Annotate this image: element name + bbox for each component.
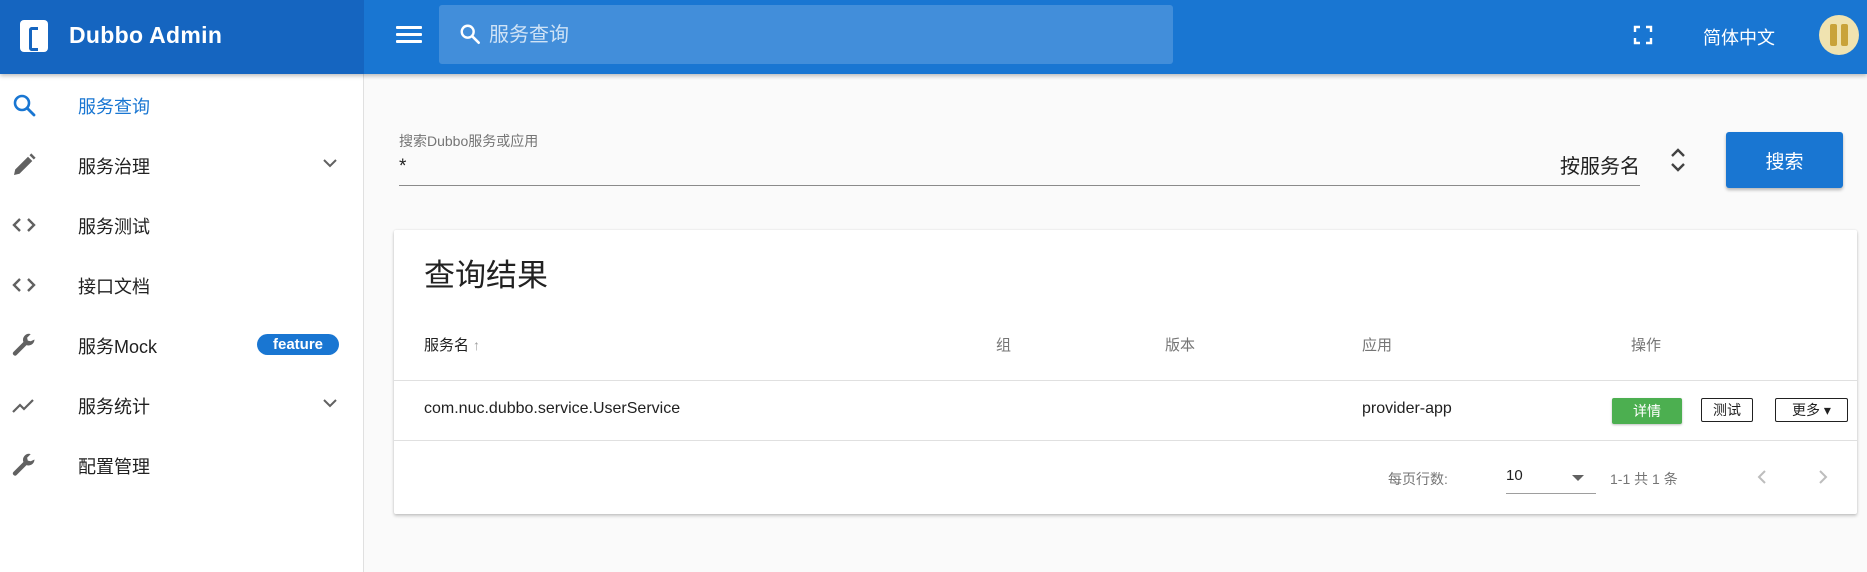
- more-button[interactable]: 更多 ▾: [1775, 398, 1848, 422]
- divider: [394, 440, 1857, 441]
- sidebar-item-label: 服务查询: [78, 97, 150, 117]
- pencil-icon: [14, 153, 36, 175]
- code-icon: [12, 278, 36, 292]
- arrow-up-icon: ↑: [473, 337, 481, 353]
- chevron-down-icon: [323, 399, 337, 408]
- sidebar-item-service-test[interactable]: 服务测试: [0, 194, 363, 254]
- search-mode-select[interactable]: 按服务名: [1520, 150, 1640, 179]
- chevron-left-icon[interactable]: [1752, 467, 1772, 487]
- sidebar-item-api-docs[interactable]: 接口文档: [0, 254, 363, 314]
- trending-up-icon: [12, 399, 34, 413]
- column-header-group: 组: [996, 337, 1012, 354]
- brand-title: Dubbo Admin: [69, 22, 223, 48]
- results-card: 查询结果 服务名 ↑ 组 版本 应用 操作 com.nuc.dubbo.servi…: [394, 230, 1857, 514]
- sidebar-item-label: 配置管理: [78, 457, 150, 477]
- search-field-label: 搜索Dubbo服务或应用: [399, 133, 539, 149]
- test-button[interactable]: 测试: [1701, 398, 1753, 422]
- dubbo-logo-icon: [20, 20, 48, 52]
- sidebar-item-service-governance[interactable]: 服务治理: [0, 134, 363, 194]
- rows-per-page-select[interactable]: 10: [1506, 462, 1596, 494]
- search-icon: [13, 94, 36, 117]
- column-header-version: 版本: [1165, 337, 1196, 354]
- sidebar-item-label: 服务Mock: [78, 337, 158, 357]
- unfold-icon[interactable]: [1668, 145, 1688, 175]
- top-search-bar[interactable]: [439, 5, 1173, 64]
- sidebar-item-label: 接口文档: [78, 277, 150, 297]
- sidebar: 服务查询 服务治理 服务测试 接口文档 服务Mock feature 服务统计 …: [0, 74, 364, 572]
- chevron-right-icon[interactable]: [1813, 467, 1833, 487]
- caret-down-icon: ▾: [1823, 402, 1831, 418]
- page-info: 1-1 共 1 条: [1610, 471, 1678, 487]
- detail-button[interactable]: 详情: [1612, 398, 1682, 424]
- search-field[interactable]: [399, 152, 1640, 186]
- rows-per-page-label: 每页行数:: [1388, 471, 1448, 487]
- divider: [394, 380, 1857, 381]
- feature-badge: feature: [257, 334, 339, 355]
- brand: Dubbo Admin: [0, 0, 364, 74]
- wrench-icon: [12, 333, 35, 356]
- sidebar-item-label: 服务统计: [78, 397, 150, 417]
- cell-application: provider-app: [1362, 400, 1452, 417]
- sidebar-item-service-statistics[interactable]: 服务统计: [0, 374, 363, 434]
- column-header-operations: 操作: [1631, 337, 1662, 354]
- sidebar-item-service-mock[interactable]: 服务Mock feature: [0, 314, 363, 374]
- language-selector[interactable]: 简体中文: [1703, 24, 1775, 50]
- top-app-bar: Dubbo Admin 简体中文: [0, 0, 1867, 74]
- column-header-service-name[interactable]: 服务名 ↑: [424, 334, 480, 355]
- wrench-icon: [12, 453, 35, 476]
- avatar[interactable]: [1819, 15, 1859, 55]
- caret-down-icon: [1572, 475, 1584, 481]
- code-icon: [12, 218, 36, 232]
- menu-icon[interactable]: [396, 26, 422, 46]
- sidebar-item-label: 服务治理: [78, 157, 150, 177]
- cell-service-name: com.nuc.dubbo.service.UserService: [424, 400, 681, 417]
- top-search-input[interactable]: [489, 19, 1149, 51]
- fullscreen-icon[interactable]: [1633, 25, 1653, 45]
- chevron-down-icon: [323, 159, 337, 168]
- sidebar-item-config-management[interactable]: 配置管理: [0, 434, 363, 494]
- search-input[interactable]: [399, 152, 1499, 182]
- column-header-application: 应用: [1362, 337, 1393, 354]
- sidebar-item-label: 服务测试: [78, 217, 150, 237]
- search-button[interactable]: 搜索: [1726, 132, 1843, 188]
- search-icon: [460, 24, 480, 44]
- sidebar-item-service-query[interactable]: 服务查询: [0, 74, 363, 134]
- results-title: 查询结果: [424, 258, 548, 293]
